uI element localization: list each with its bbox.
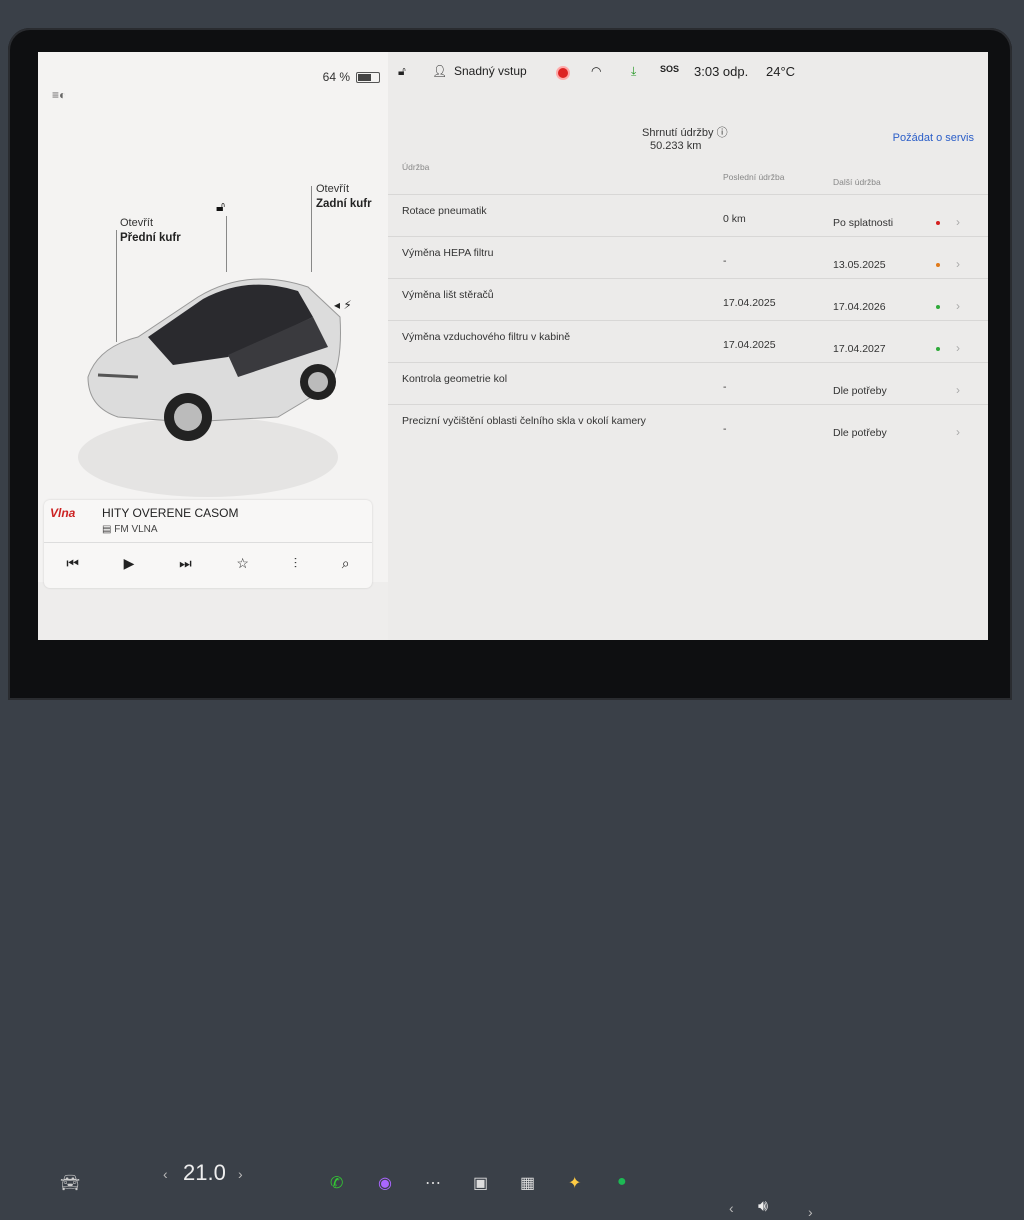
bottom-dock: 🚘︎ ‹ 21.0 › ✆ ◉ ⋯ ▣ ▦ ✦ ● ‹ 🔊︎ ›	[0, 560, 1024, 1220]
rear-trunk-action: Otevřít	[316, 183, 350, 195]
row-next-service: Po splatnosti	[833, 217, 894, 229]
cabin-temperature[interactable]: 21.0	[183, 1160, 226, 1186]
row-item-name: Výměna lišt stěračů	[402, 289, 494, 301]
driver-profile[interactable]: Snadný vstup	[454, 64, 527, 78]
row-item-name: Rotace pneumatik	[402, 205, 487, 217]
col-next: Další údržba	[833, 177, 881, 187]
status-bar: 🔓︎ 👤︎ Snadný vstup ◠ ⤓ SOS 3:03 odp. 24°…	[388, 52, 988, 92]
row-next-service: 17.04.2027	[833, 343, 886, 355]
lock-icon[interactable]: 🔓︎	[216, 198, 225, 215]
row-item-name: Výměna HEPA filtru	[402, 247, 494, 259]
row-last-service: -	[723, 381, 727, 393]
volume-up-icon[interactable]: ›	[808, 1204, 813, 1220]
chevron-right-icon[interactable]: ›	[956, 299, 960, 313]
row-last-service: -	[723, 423, 727, 435]
status-dot	[936, 347, 940, 351]
car-icon[interactable]: 🚘︎	[60, 1173, 80, 1193]
col-item: Údržba	[402, 162, 430, 172]
row-item-name: Precizní vyčištění oblasti čelního skla …	[402, 415, 646, 427]
status-dot	[936, 263, 940, 267]
table-row[interactable]: Precizní vyčištění oblasti čelního skla …	[388, 404, 988, 447]
battery-status: 64 %	[323, 70, 380, 84]
front-trunk-action: Otevřít	[120, 217, 154, 229]
radio-logo: Vlna	[50, 506, 76, 520]
volume-down-icon[interactable]: ‹	[729, 1200, 734, 1216]
dashcam-record-icon[interactable]	[556, 66, 570, 80]
odometer: 50.233 km	[650, 140, 702, 152]
chevron-right-icon[interactable]: ›	[956, 425, 960, 439]
outside-temperature: 24°C	[766, 64, 796, 79]
more-apps-icon[interactable]: ⋯	[425, 1173, 441, 1193]
toybox-icon[interactable]: ✦	[568, 1173, 581, 1193]
row-next-service: 17.04.2026	[833, 301, 886, 313]
battery-icon	[356, 71, 380, 83]
camera-icon[interactable]: ◉	[378, 1173, 392, 1193]
temp-down-icon[interactable]: ‹	[163, 1166, 168, 1182]
row-item-name: Kontrola geometrie kol	[402, 373, 508, 385]
maintenance-panel: 🔓︎ 👤︎ Snadný vstup ◠ ⤓ SOS 3:03 odp. 24°…	[388, 52, 988, 640]
status-dot	[936, 221, 940, 225]
battery-percent: 64 %	[322, 70, 350, 84]
headlight-icon[interactable]: ≡◐	[52, 88, 66, 102]
table-row[interactable]: Kontrola geometrie kol - Dle potřeby ›	[388, 362, 988, 405]
front-trunk-button[interactable]: Otevřít Přední kufr	[120, 216, 181, 246]
unlock-icon[interactable]: 🔓︎	[398, 64, 406, 79]
table-row[interactable]: Výměna HEPA filtru - 13.05.2025 ›	[388, 236, 988, 279]
spotify-icon[interactable]: ●	[617, 1173, 627, 1191]
status-dot	[936, 305, 940, 309]
chevron-right-icon[interactable]: ›	[956, 257, 960, 271]
profile-icon[interactable]: 👤︎	[432, 64, 447, 78]
table-row[interactable]: Výměna vzduchového filtru v kabině 17.04.…	[388, 320, 988, 363]
info-icon[interactable]: ⓘ	[717, 127, 728, 139]
clock: 3:03 odp.	[694, 64, 749, 79]
sos-icon[interactable]: SOS	[660, 64, 679, 74]
station-name: ▤ FM VLNA	[102, 524, 158, 535]
col-last: Poslední údržba	[723, 172, 785, 182]
row-last-service: -	[723, 255, 727, 267]
row-next-service: 13.05.2025	[833, 259, 886, 271]
table-row[interactable]: Výměna lišt stěračů 17.04.2025 17.04.2026 ›	[388, 278, 988, 321]
wifi-icon: ◠	[591, 64, 602, 78]
row-last-service: 17.04.2025	[723, 339, 776, 351]
chevron-right-icon[interactable]: ›	[956, 215, 960, 229]
table-row[interactable]: Rotace pneumatik 0 km Po splatnosti ›	[388, 194, 988, 237]
song-title: HITY OVERENE CASOM	[102, 506, 239, 520]
volume-icon[interactable]: 🔊︎	[758, 1198, 768, 1216]
download-icon[interactable]: ⤓	[631, 64, 636, 79]
row-item-name: Výměna vzduchového filtru v kabině	[402, 331, 571, 343]
vehicle-panel: 64 % ≡◐ Otevřít Přední kufr Otevřít Zadn…	[38, 52, 388, 588]
calendar-icon[interactable]: ▦	[520, 1173, 535, 1193]
station-label: FM VLNA	[114, 524, 158, 535]
row-last-service: 17.04.2025	[723, 297, 776, 309]
car-image	[78, 278, 341, 497]
chevron-right-icon[interactable]: ›	[956, 383, 960, 397]
row-next-service: Dle potřeby	[833, 427, 887, 439]
rear-trunk-label: Zadní kufr	[316, 198, 372, 210]
request-service-link[interactable]: Požádat o servis	[893, 132, 974, 144]
chevron-right-icon[interactable]: ›	[956, 341, 960, 355]
theater-icon[interactable]: ▣	[473, 1173, 488, 1193]
summary-title: Shrnutí údržby ⓘ	[642, 127, 728, 139]
touchscreen: 64 % ≡◐ Otevřít Přední kufr Otevřít Zadn…	[38, 52, 988, 640]
phone-icon[interactable]: ✆	[330, 1173, 343, 1193]
rear-trunk-button[interactable]: Otevřít Zadní kufr	[316, 182, 372, 212]
row-last-service: 0 km	[723, 213, 746, 225]
front-trunk-label: Přední kufr	[120, 232, 181, 244]
row-next-service: Dle potřeby	[833, 385, 887, 397]
temp-up-icon[interactable]: ›	[238, 1166, 243, 1182]
